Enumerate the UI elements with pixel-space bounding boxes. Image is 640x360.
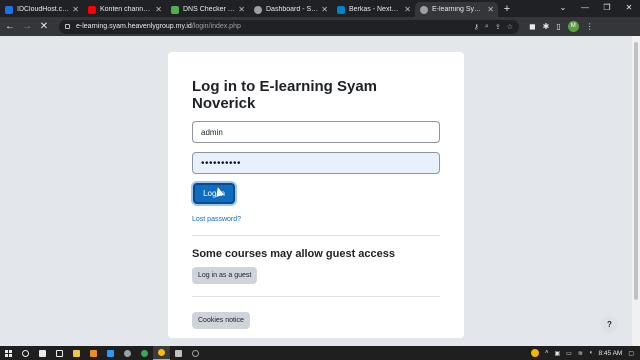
omnibox-actions: ⚷ ⌕ ⇪ ☆ xyxy=(474,23,513,31)
close-icon[interactable]: ✕ xyxy=(321,5,328,14)
globe-icon xyxy=(420,5,428,14)
browser-tab[interactable]: Dashboard - Syam✕ xyxy=(249,2,332,17)
new-tab-button[interactable]: + xyxy=(498,2,516,17)
tab-title: IDCloudHost.com xyxy=(17,6,70,13)
camera-icon[interactable] xyxy=(34,346,51,360)
sidepanel-icon[interactable]: ▯ xyxy=(556,22,560,31)
clock[interactable]: 8:45 AM xyxy=(598,350,622,357)
extension-icon[interactable]: ◼ xyxy=(529,22,536,31)
volume-icon[interactable]: ◖ xyxy=(589,350,593,356)
url-host: e-learning.syam.heavenlygroup.my.id xyxy=(76,23,192,30)
toolbar-extensions: ◼ ✱ ▯ M ⋮ xyxy=(529,21,594,32)
battery-icon[interactable]: ▭ xyxy=(566,350,572,357)
close-icon[interactable]: ✕ xyxy=(487,5,494,14)
guest-login-button[interactable]: Log in as a guest xyxy=(192,267,258,284)
start-button[interactable] xyxy=(0,346,17,360)
globe-icon xyxy=(254,5,262,14)
app-tray-icon[interactable]: ▣ xyxy=(554,350,560,357)
tab-title: Konten channel - Y xyxy=(100,6,152,13)
username-field[interactable]: admin xyxy=(192,121,440,143)
key-icon[interactable]: ⚷ xyxy=(474,23,479,31)
browser-tab[interactable]: DNS Checker - DN✕ xyxy=(166,2,249,17)
browser-tab[interactable]: Konten channel - Y✕ xyxy=(83,2,166,17)
page-viewport: Log in to E-learning Syam Noverick admin… xyxy=(0,36,640,346)
windows-taskbar: ˄ ▣ ▭ ≋ ◖ 8:45 AM ▢ xyxy=(0,346,640,360)
youtube-favicon xyxy=(88,5,96,14)
divider xyxy=(192,235,440,236)
window-close-icon[interactable]: ✕ xyxy=(618,0,640,17)
app-orange-icon[interactable] xyxy=(85,346,102,360)
profile-avatar[interactable]: M xyxy=(567,21,579,32)
divider xyxy=(192,296,440,297)
forward-icon[interactable]: → xyxy=(20,21,34,32)
app-circle-icon[interactable] xyxy=(187,346,204,360)
dnschecker-favicon xyxy=(171,5,179,14)
bookmark-star-icon[interactable]: ☆ xyxy=(507,23,513,31)
login-card: Log in to E-learning Syam Noverick admin… xyxy=(168,52,464,338)
vscode-icon[interactable] xyxy=(102,346,119,360)
menu-dots-icon[interactable]: ⋮ xyxy=(586,22,594,31)
search-icon[interactable] xyxy=(17,346,34,360)
back-icon[interactable]: ← xyxy=(3,21,17,32)
tab-title: Dashboard - Syam xyxy=(266,6,319,13)
login-button[interactable]: Log in xyxy=(193,183,235,204)
notifications-icon[interactable]: ▢ xyxy=(628,350,634,357)
cookies-notice-button[interactable]: Cookies notice xyxy=(192,312,250,329)
nextcloud-favicon xyxy=(337,5,345,14)
browser-tab[interactable]: Berkas - Nextcloud✕ xyxy=(332,2,415,17)
app-green-icon[interactable] xyxy=(136,346,153,360)
address-bar[interactable]: e-learning.syam.heavenlygroup.my.id/logi… xyxy=(59,19,519,34)
file-explorer-icon[interactable] xyxy=(68,346,85,360)
login-heading: Log in to E-learning Syam Noverick xyxy=(192,78,378,112)
stop-loading-icon[interactable]: ✕ xyxy=(37,21,51,32)
scrollbar[interactable] xyxy=(632,36,640,346)
tab-title: Berkas - Nextcloud xyxy=(349,6,401,13)
lost-password-link[interactable]: Lost password? xyxy=(192,216,440,223)
restore-icon[interactable]: ❐ xyxy=(596,0,618,17)
close-icon[interactable]: ✕ xyxy=(238,5,245,14)
close-icon[interactable]: ✕ xyxy=(404,5,411,14)
tab-search-icon[interactable]: ⌄ xyxy=(552,0,574,17)
url-path: /login/index.php xyxy=(191,23,241,30)
browser-toolbar: ← → ✕ e-learning.syam.heavenlygroup.my.i… xyxy=(0,17,640,36)
minimize-icon[interactable]: — xyxy=(574,0,596,17)
window-controls: ⌄ — ❐ ✕ xyxy=(552,0,640,17)
scrollbar-thumb[interactable] xyxy=(634,42,638,300)
password-field[interactable]: •••••••••• xyxy=(192,152,440,174)
tab-title: DNS Checker - DN xyxy=(183,6,235,13)
windows-logo-icon xyxy=(5,349,12,357)
browser-tab-active[interactable]: E-learning Syam N✕ xyxy=(415,2,498,17)
app-gray-icon[interactable] xyxy=(170,346,187,360)
share-icon[interactable]: ⇪ xyxy=(495,23,501,31)
system-tray: ˄ ▣ ▭ ≋ ◖ 8:45 AM ▢ xyxy=(530,349,640,357)
guest-access-heading: Some courses may allow guest access xyxy=(192,248,395,260)
chevron-up-icon[interactable]: ˄ xyxy=(545,350,549,356)
tab-strip: IDCloudHost.com✕ Konten channel - Y✕ DNS… xyxy=(0,0,640,17)
tab-title: E-learning Syam N xyxy=(432,6,484,13)
lock-icon[interactable] xyxy=(65,24,70,29)
wifi-icon[interactable]: ≋ xyxy=(578,350,583,357)
close-icon[interactable]: ✕ xyxy=(72,5,79,14)
puzzle-icon[interactable]: ✱ xyxy=(543,22,550,31)
idcloudhost-favicon xyxy=(5,5,13,14)
browser-tab[interactable]: IDCloudHost.com ✕ xyxy=(0,2,83,17)
chrome-icon[interactable] xyxy=(153,346,170,360)
settings-icon[interactable] xyxy=(119,346,136,360)
close-icon[interactable]: ✕ xyxy=(155,5,162,14)
widgets-icon[interactable] xyxy=(51,346,68,360)
weather-icon[interactable] xyxy=(530,349,539,357)
help-button[interactable]: ? xyxy=(601,316,618,333)
zoom-icon[interactable]: ⌕ xyxy=(485,23,489,31)
